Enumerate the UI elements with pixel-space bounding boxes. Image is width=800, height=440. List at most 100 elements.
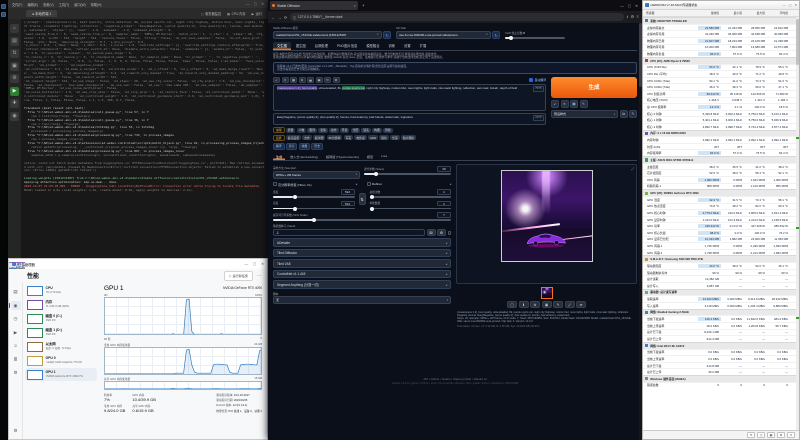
- prompt-chip[interactable]: 环境: [340, 128, 350, 133]
- sensor-group-header[interactable]: 网络: Realtek Gaming 2.5GbE: [643, 309, 799, 316]
- accordion-tiled-vae[interactable]: Tiled VAE◂: [273, 259, 451, 268]
- width-slider[interactable]: [273, 196, 355, 198]
- add-icon[interactable]: ✚: [10, 99, 19, 108]
- menu-item[interactable]: 工具(T): [59, 2, 69, 7]
- perf-item-以太网[interactable]: 以太网发送: 0 接收: 72 Kbps: [25, 340, 97, 353]
- nav-details[interactable]: ≣: [11, 355, 21, 364]
- prompt-chip[interactable]: 构图: [372, 128, 382, 133]
- settings-icon[interactable]: ⚙: [10, 74, 19, 83]
- gallery-thumbnail[interactable]: [541, 287, 553, 299]
- prompt-chip[interactable]: 8K分辨率: [327, 135, 343, 140]
- toolbar-button[interactable]: ▶运行: [252, 11, 262, 16]
- prompt-chip[interactable]: 质量: [286, 128, 296, 133]
- fullscreen-icon[interactable]: ⤢: [631, 167, 634, 171]
- output-action-button[interactable]: ➦: [576, 301, 586, 308]
- menu-item[interactable]: 窗口(W): [74, 2, 86, 7]
- prompt-chip[interactable]: 写实: [344, 135, 354, 140]
- browser-toolbar-icon[interactable]: ⚙: [631, 14, 635, 21]
- sensor-group-header[interactable]: CPU [#0]: AMD Ryzen 9 7950X: [643, 57, 799, 64]
- menu-item[interactable]: 文件(F): [12, 2, 22, 7]
- sensor-group-header[interactable]: S.M.A.R.T.: Samsung SSD 990 PRO 2TB: [643, 255, 799, 262]
- refresh-vae-button[interactable]: ↻: [492, 31, 500, 39]
- perf-item-GPU 0[interactable]: GPU 0Intel(R) UHD Graphics 770 0%: [25, 354, 97, 367]
- terminal-tab[interactable]: ● 本地终端 1: [26, 10, 57, 17]
- steps-slider[interactable]: [364, 173, 451, 175]
- sensor-row[interactable]: 核心 2 时钟4,892.7 MHz2,998.7 MHz5,723.4 MHz…: [643, 123, 799, 130]
- output-action-button[interactable]: ▢: [507, 301, 517, 308]
- clip-skip-slider[interactable]: [505, 37, 565, 39]
- perf-item-磁盘 1 (D:)[interactable]: 磁盘 1 (D:)SSD 0%: [25, 326, 97, 339]
- sd-tab-0[interactable]: 文生图: [273, 42, 291, 50]
- sd-subtab-4[interactable]: Lora: [378, 153, 390, 160]
- batch-size-slider[interactable]: [370, 208, 452, 210]
- window-control[interactable]: ✕: [261, 2, 264, 6]
- url-bar[interactable]: ⓘ 127.0.0.1:7860/?__theme=dark: [290, 13, 624, 21]
- output-action-button[interactable]: ✎: [553, 301, 563, 308]
- window-control[interactable]: —: [783, 3, 786, 7]
- run-icon[interactable]: ▶: [10, 87, 19, 96]
- output-action-button[interactable]: ⧉: [530, 301, 540, 308]
- sensor-row[interactable]: GPU 热点温度74.8 °C38.2 °C84.6 °C69.3 °C: [643, 203, 799, 210]
- styles-dropdown[interactable]: 预设样式▾: [551, 110, 618, 118]
- window-control[interactable]: —: [245, 262, 248, 266]
- transfer-icon[interactable]: ⇅: [10, 49, 19, 58]
- perf-item-磁盘 0 (C:)[interactable]: 磁盘 0 (C:)SSD 1%: [25, 312, 97, 325]
- nav-startup-apps[interactable]: ▶: [11, 328, 21, 337]
- menu-item[interactable]: 帮助(H): [91, 2, 102, 7]
- batch-size-input[interactable]: 1: [437, 201, 451, 207]
- status-button[interactable]: ▦: [767, 432, 775, 438]
- sensor-group-header[interactable]: 系统: DESKTOP-TRAVELER: [643, 17, 799, 24]
- prompt-chip[interactable]: 表情: [318, 128, 328, 133]
- accordion-segment-anything-[interactable]: Segment Anything (分割一切)◂: [273, 280, 451, 289]
- generate-utility-button[interactable]: ▦: [570, 100, 578, 108]
- run-new-task-button[interactable]: ▷ 运行新任务: [224, 271, 253, 281]
- prompt-chip[interactable]: 动作: [329, 128, 339, 133]
- sensor-row[interactable]: 核心 0 时钟5,426.8 MHz3,000.2 MHz5,750.0 MHz…: [643, 110, 799, 117]
- output-action-button[interactable]: ▣: [542, 301, 552, 308]
- chip-control-button[interactable]: 翻译: [273, 143, 285, 150]
- accordion-tiled-diffusion[interactable]: Tiled Diffusion◂: [273, 249, 451, 258]
- chip-control-button[interactable]: 收藏: [299, 143, 311, 150]
- sensor-row[interactable]: GPU 显存时钟1,313.0 MHz101.3 MHz1,313.0 MHz1…: [643, 216, 799, 223]
- prompt-chip[interactable]: 胶片颗粒: [401, 135, 416, 140]
- sensor-row[interactable]: 驱动器温度44.0 °C38.0 °C52.0 °C45.1 °C: [643, 262, 799, 269]
- height-input[interactable]: 512: [341, 201, 355, 207]
- files-icon[interactable]: ▣: [10, 62, 19, 71]
- prompt-chip[interactable]: 超详细: [313, 135, 325, 140]
- prompt-chip[interactable]: 最高画质: [286, 135, 301, 140]
- nav-performance[interactable]: ◉: [11, 301, 21, 310]
- hwinfo-scrollbar[interactable]: [796, 17, 800, 430]
- sensor-row[interactable]: 物理内存已用21,607 MB18,223 MB24,105 MB21,338 …: [643, 37, 799, 44]
- sensor-row[interactable]: 错误总数0000: [643, 382, 799, 389]
- sensor-row[interactable]: CPU Die (平均)48.9 °C40.6 °C71.2 °C49.8 °C: [643, 70, 799, 77]
- sensor-row[interactable]: GPU 风扇 11,746 RPM0 RPM2,230 RPM1,693 RPM: [643, 242, 799, 249]
- sd-footer-links[interactable]: API • Github • Gradio • Startup profile …: [268, 377, 642, 381]
- toolbar-button[interactable]: ▦CPU 内存: [227, 11, 246, 16]
- sensor-row[interactable]: 写入速率3.118 MB/s0.000 MB/s1,206.4 MB/s9.88…: [643, 302, 799, 309]
- sd-tab-3[interactable]: PNG图片信息: [333, 42, 361, 50]
- sensor-row[interactable]: 读取速率12.402 MB/s0.000 MB/s3,412.6 MB/s28.…: [643, 295, 799, 302]
- generate-button[interactable]: 生成: [551, 77, 637, 98]
- home-icon[interactable]: ⌂: [10, 24, 19, 33]
- sensor-group-header[interactable]: GPU [#0]: NVIDIA GeForce RTX 4090: [643, 189, 799, 196]
- sensor-row[interactable]: 驱动器剩余寿命99 %99 %99 %99 %: [643, 269, 799, 276]
- sensor-row[interactable]: GPU 温度62.3 °C31.5 °C73.4 °C58.1 °C: [643, 196, 799, 203]
- sensor-row[interactable]: 物理内存可用10,302 MB7,804 MB13,686 MB10,571 M…: [643, 44, 799, 51]
- sensor-row[interactable]: GPU 核心负载98.0 %0.0 %100.0 %76.2 %: [643, 229, 799, 236]
- script-dropdown[interactable]: 无▾: [273, 296, 451, 304]
- prompt-chip[interactable]: 景深: [390, 135, 400, 140]
- browser-toolbar-icon[interactable]: ≡: [637, 14, 639, 21]
- column-header[interactable]: 当前值: [698, 11, 721, 15]
- column-header[interactable]: 最大值: [744, 11, 767, 15]
- sensor-row[interactable]: 芯片组温度52.5 °C48.0 °C56.3 °C52.1 °C: [643, 169, 799, 176]
- prompt-chip[interactable]: 光照: [351, 128, 361, 133]
- sd-tab-5[interactable]: 训练: [385, 42, 400, 50]
- batch-count-slider[interactable]: [370, 196, 452, 198]
- generate-utility-button[interactable]: ✕: [561, 100, 569, 108]
- accordion-adetailer[interactable]: ADetailer◂: [273, 238, 451, 247]
- window-control[interactable]: ▢: [253, 262, 256, 266]
- sensor-row[interactable]: 机箱风扇 1868 RPM0 RPM1,120 RPM855 RPM: [643, 183, 799, 190]
- nav-processes[interactable]: ▤: [11, 287, 21, 296]
- prompt-chip[interactable]: HDR: [368, 135, 378, 140]
- chip-control-button[interactable]: 清空: [286, 143, 298, 150]
